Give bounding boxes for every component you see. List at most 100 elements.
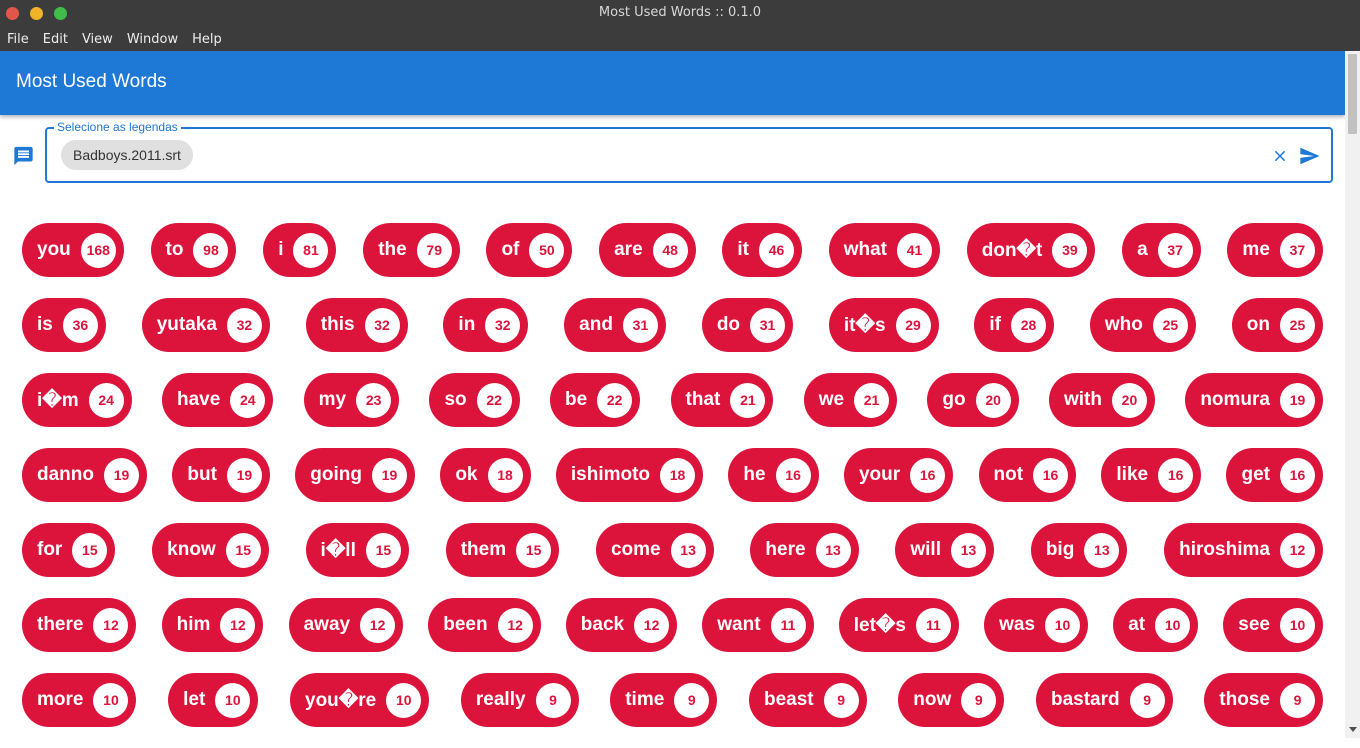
subtitle-file-field[interactable] — [45, 127, 1333, 183]
word-chip[interactable]: with 20 — [1048, 373, 1155, 427]
word-chip[interactable]: beast 9 — [748, 673, 867, 727]
word-chip[interactable]: going 19 — [295, 448, 415, 502]
word-chip[interactable]: don�t 39 — [966, 223, 1096, 277]
word-chip[interactable]: big 13 — [1030, 523, 1128, 577]
word-count-badge: 81 — [293, 232, 329, 268]
word-chip[interactable]: see 10 — [1223, 598, 1323, 652]
word-chip[interactable]: ok 18 — [440, 448, 531, 502]
word-count-badge: 37 — [1279, 232, 1315, 268]
word-chip[interactable]: nomura 19 — [1185, 373, 1323, 427]
word-chip[interactable]: time 9 — [610, 673, 718, 727]
word-chip[interactable]: let�s 11 — [838, 598, 959, 652]
selected-file-chip[interactable]: Badboys.2011.srt — [61, 140, 193, 170]
word-count-badge: 20 — [1111, 382, 1147, 418]
word-chip[interactable]: who 25 — [1089, 298, 1196, 352]
word-chip[interactable]: was 10 — [984, 598, 1089, 652]
word-chip[interactable]: know 15 — [152, 523, 269, 577]
word-chip[interactable]: are 48 — [599, 223, 696, 277]
word-count-badge: 32 — [226, 307, 262, 343]
menu-file[interactable]: File — [7, 32, 29, 47]
word-chip[interactable]: that 21 — [670, 373, 774, 427]
word-chip[interactable]: danno 19 — [22, 448, 147, 502]
word-chip[interactable]: like 16 — [1101, 448, 1202, 502]
scroll-down-icon[interactable] — [1349, 727, 1357, 732]
word-label: bastard — [1050, 689, 1120, 710]
word-chip[interactable]: for 15 — [22, 523, 116, 577]
word-chip[interactable]: those 9 — [1204, 673, 1323, 727]
word-chip[interactable]: be 22 — [550, 373, 641, 427]
close-icon[interactable] — [1271, 147, 1289, 165]
word-chip[interactable]: more 10 — [22, 673, 137, 727]
word-count-badge: 41 — [897, 232, 932, 268]
word-chip[interactable]: here 13 — [750, 523, 859, 577]
word-chip[interactable]: it 46 — [722, 223, 802, 277]
word-chip[interactable]: i�m 24 — [22, 373, 132, 427]
word-chip[interactable]: come 13 — [595, 523, 714, 577]
word-chip[interactable]: he 16 — [728, 448, 819, 502]
send-icon[interactable] — [1297, 145, 1322, 167]
word-chip[interactable]: is 36 — [22, 298, 106, 352]
scrollbar-track[interactable] — [1345, 51, 1360, 738]
word-chip[interactable]: back 12 — [565, 598, 678, 652]
word-chip[interactable]: i�ll 15 — [305, 523, 409, 577]
word-chip[interactable]: so 22 — [429, 373, 520, 427]
word-chip[interactable]: go 20 — [927, 373, 1019, 427]
word-chip[interactable]: to 98 — [150, 223, 237, 277]
word-chip[interactable]: at 10 — [1113, 598, 1199, 652]
word-chip[interactable]: what 41 — [828, 223, 940, 277]
word-chip[interactable]: a 37 — [1122, 223, 1201, 277]
word-count-badge: 24 — [88, 382, 124, 418]
word-chip[interactable]: want 11 — [702, 598, 814, 652]
word-chip[interactable]: yutaka 32 — [141, 298, 270, 352]
word-chip[interactable]: we 21 — [803, 373, 898, 427]
word-chip[interactable]: this 32 — [305, 298, 408, 352]
word-chip[interactable]: there 12 — [22, 598, 137, 652]
word-chip[interactable]: do 31 — [701, 298, 794, 352]
word-chip[interactable]: really 9 — [460, 673, 579, 727]
word-row: there 12 him 12 away 12 been 12 back 12 want 11 let�… — [22, 598, 1323, 652]
word-count-badge: 15 — [72, 532, 108, 568]
word-chip[interactable]: get 16 — [1226, 448, 1323, 502]
word-chip[interactable]: it�s 29 — [828, 298, 939, 352]
word-count-badge: 15 — [516, 532, 552, 568]
word-chip[interactable]: me 37 — [1227, 223, 1323, 277]
word-chip[interactable]: in 32 — [443, 298, 529, 352]
word-chip[interactable]: the 79 — [363, 223, 460, 277]
word-chip[interactable]: of 50 — [486, 223, 573, 277]
word-chip[interactable]: and 31 — [564, 298, 666, 352]
word-count-badge: 10 — [1280, 607, 1315, 643]
word-chip[interactable]: hiroshima 12 — [1164, 523, 1323, 577]
word-chip[interactable]: bastard 9 — [1035, 673, 1173, 727]
word-count-badge: 23 — [356, 382, 392, 418]
word-chip[interactable]: if 28 — [974, 298, 1055, 352]
word-chip[interactable]: away 12 — [288, 598, 404, 652]
word-chip[interactable]: been 12 — [428, 598, 541, 652]
word-label: will — [910, 539, 941, 560]
word-chip[interactable]: him 12 — [161, 598, 264, 652]
menu-help[interactable]: Help — [192, 32, 222, 47]
word-chip[interactable]: not 16 — [978, 448, 1077, 502]
word-chip[interactable]: i 81 — [263, 223, 337, 277]
word-chip[interactable]: have 24 — [162, 373, 274, 427]
word-chip[interactable]: my 23 — [303, 373, 400, 427]
menu-window[interactable]: Window — [127, 32, 178, 47]
word-chip[interactable]: will 13 — [895, 523, 994, 577]
word-chip[interactable]: let 10 — [168, 673, 259, 727]
menu-view[interactable]: View — [82, 32, 113, 47]
word-count-badge: 9 — [674, 682, 710, 718]
word-chip[interactable]: but 19 — [172, 448, 270, 502]
word-chip[interactable]: on 25 — [1231, 298, 1323, 352]
word-count-badge: 15 — [365, 532, 401, 568]
word-chip[interactable]: now 9 — [898, 673, 1005, 727]
word-chip[interactable]: them 15 — [445, 523, 560, 577]
word-chip[interactable]: you�re 10 — [290, 673, 430, 727]
menu-edit[interactable]: Edit — [43, 32, 68, 47]
word-chip[interactable]: your 16 — [843, 448, 954, 502]
word-chip[interactable]: ishimoto 18 — [555, 448, 704, 502]
scrollbar-thumb[interactable] — [1348, 54, 1357, 134]
word-count-badge: 32 — [485, 307, 521, 343]
word-row: you 168 to 98 i 81 the 79 of 50 are 48 it 46 what 41 don… — [22, 223, 1323, 277]
word-count-badge: 13 — [951, 532, 986, 568]
word-count-badge: 9 — [535, 682, 571, 718]
word-chip[interactable]: you 168 — [22, 223, 124, 277]
